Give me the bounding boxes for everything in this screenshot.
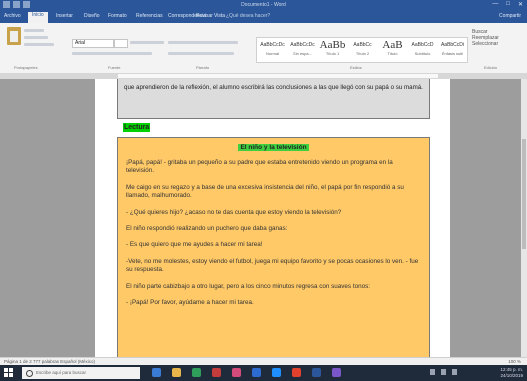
story-paragraph: ¡Papá, papá! - gritaba un pequeño a su p… [126,159,393,175]
story-paragraph: Me caigo en su regazo y a base de una ex… [126,183,404,200]
tab-referencias[interactable]: Referencias [136,13,163,23]
style-enfasis-sutil[interactable]: AaBbCcDi Énfasis sutil [438,40,467,60]
windows-start-icon[interactable] [4,368,14,378]
editing-group: Buscar Reemplazar Seleccionar [472,29,522,63]
copy-button[interactable] [24,36,48,39]
group-label-paragraph: Párrafo [196,65,210,70]
tab-insertar[interactable]: Insertar [56,13,73,23]
tell-me-search[interactable]: ¿Qué desea hacer? [226,13,270,19]
window-controls: — □ ✕ [492,1,523,8]
paragraph-align-buttons[interactable] [168,52,234,55]
taskbar-app-icon[interactable] [272,368,281,377]
document-page[interactable]: que aprendieron de la reflexión, el alum… [95,79,450,357]
select-button[interactable]: Seleccionar [472,41,522,47]
tab-inicio[interactable]: Inicio [28,12,48,23]
tab-vista[interactable]: Vista [214,13,225,23]
tab-formato[interactable]: Formato [108,13,127,23]
group-label-clipboard: Portapapeles [14,65,38,70]
style-titulo[interactable]: AaB Título [378,40,407,60]
lectura-heading: Lectura [123,123,151,132]
taskbar-app-icon[interactable] [292,368,301,377]
style-titulo-1[interactable]: AaBb Título 1 [318,40,347,60]
instruction-text: que aprendieron de la reflexión, el alum… [124,84,423,91]
taskbar-app-icon[interactable] [192,368,201,377]
taskbar-app-icon[interactable] [172,368,181,377]
format-painter-button[interactable] [24,43,54,46]
tab-archivo[interactable]: Archivo [4,13,21,23]
share-button[interactable]: Compartir [499,13,521,19]
tab-diseno[interactable]: Diseño [84,13,100,23]
styles-gallery: AaBbCcDc Normal AaBbCcDc Sin espa... AaBb T… [256,37,468,63]
title-bar: Documento1 - Word — □ ✕ [0,0,527,11]
window-title: Documento1 - Word [241,2,286,8]
network-icon[interactable] [430,369,435,375]
taskbar-app-icon[interactable] [232,368,241,377]
scrollbar-thumb[interactable] [522,139,526,249]
battery-icon[interactable] [452,369,457,375]
story-title: El niño y la televisión [238,144,309,151]
cut-button[interactable] [24,29,44,32]
ribbon: Arial AaBbCcDc Normal AaBbCcDc Sin espa...… [0,23,527,74]
search-icon [26,370,33,377]
font-name-select[interactable]: Arial [72,39,114,48]
style-subtitulo[interactable]: AaBbCcD Subtítulo [408,40,437,60]
taskbar-app-icon[interactable] [312,368,321,377]
font-format-buttons[interactable] [72,52,152,55]
taskbar-clock[interactable]: 12:45 p. m. 24/10/2019 [500,367,523,379]
instruction-box: que aprendieron de la reflexión, el alum… [117,79,430,119]
story-paragraph: -Vete, no me molestes, estoy viendo el f… [126,257,419,274]
close-button[interactable]: ✕ [518,1,523,8]
story-paragraph: El niño respondió realizando un puchero … [126,225,288,233]
tab-revisar[interactable]: Revisar [196,13,213,23]
system-tray-icons [430,369,457,375]
style-normal[interactable]: AaBbCcDc Normal [258,40,287,60]
story-paragraph: - Es que quiero que me ayudes a hacer mi… [126,241,263,249]
font-grow-shrink-buttons[interactable] [130,41,164,44]
group-label-font: Fuente [108,65,121,70]
volume-icon[interactable] [441,369,446,375]
status-left: Página 1 de 2 777 palabras Español (Méxi… [4,359,96,364]
style-sin-espaciado[interactable]: AaBbCcDc Sin espa... [288,40,317,60]
taskbar-app-icon[interactable] [252,368,261,377]
taskbar-app-icon[interactable] [332,368,341,377]
story-paragraph: - ¡Papá! Por favor, ayúdame a hacer mi t… [126,299,254,307]
paragraph-list-buttons[interactable] [168,41,238,44]
taskbar-search-box[interactable]: Escribe aquí para buscar [22,367,140,379]
story-box: El niño y la televisión ¡Papá, papá! - g… [117,137,430,357]
vertical-scrollbar[interactable] [521,79,527,357]
font-size-select[interactable] [114,39,128,48]
maximize-button[interactable]: □ [506,1,510,8]
windows-taskbar: Escribe aquí para buscar 12:45 p. m. 24/… [0,365,527,381]
paste-icon[interactable] [7,27,21,45]
document-area: que aprendieron de la reflexión, el alum… [0,79,521,357]
story-paragraph: El niño parte cabizbajo a otro lugar, pe… [126,282,370,290]
group-label-styles: Estilos [350,65,362,70]
style-titulo-2[interactable]: AaBbCc Título 2 [348,40,377,60]
ribbon-tabs: Archivo Inicio Insertar Diseño Formato R… [0,11,527,23]
zoom-level[interactable]: 100 % [508,359,521,364]
group-label-editing: Edición [484,65,498,70]
story-paragraph: - ¿Qué quieres hijo? ¿acaso no te das cu… [126,208,342,216]
taskbar-app-icon[interactable] [152,368,161,377]
minimize-button[interactable]: — [492,1,498,8]
taskbar-app-icon[interactable] [212,368,221,377]
